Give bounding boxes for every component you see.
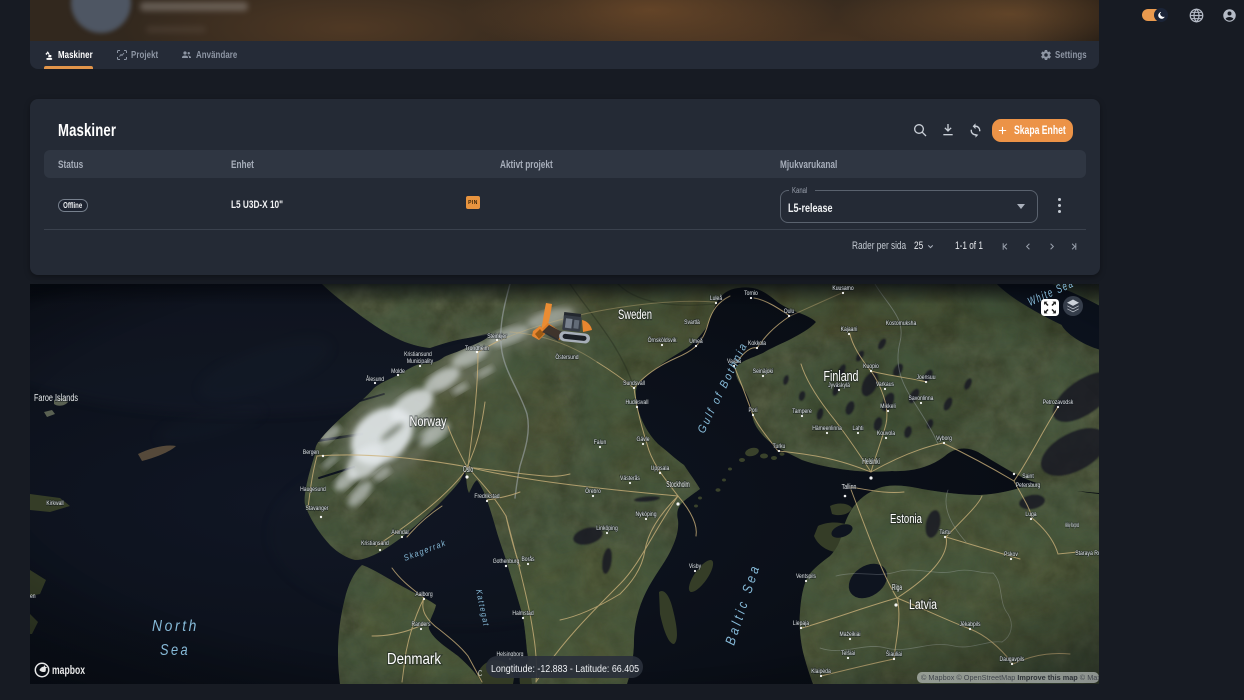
svg-text:Estonia: Estonia <box>890 512 922 526</box>
svg-text:Šiauliai: Šiauliai <box>886 649 903 658</box>
svg-text:Denmark: Denmark <box>387 651 442 668</box>
svg-text:Luga: Luga <box>1025 511 1036 518</box>
svg-text:Vyborg: Vyborg <box>936 435 952 442</box>
svg-text:Norway: Norway <box>410 414 447 429</box>
svg-text:Luleå: Luleå <box>710 294 722 302</box>
svg-text:Örnsköldsvik: Örnsköldsvik <box>648 336 677 344</box>
svg-text:Latvia: Latvia <box>909 597 937 612</box>
svg-text:Visby: Visby <box>689 563 702 570</box>
svg-text:Linköping: Linköping <box>596 525 618 532</box>
svg-text:Oslo: Oslo <box>463 465 474 474</box>
svg-text:Kristiansand: Kristiansand <box>361 540 389 547</box>
svg-text:Tallinn: Tallinn <box>842 484 857 491</box>
svg-text:Riga: Riga <box>892 583 903 592</box>
svg-text:North: North <box>152 618 199 635</box>
svg-text:Svartlä: Svartlä <box>684 319 700 326</box>
svg-text:Municipality: Municipality <box>407 358 434 365</box>
svg-text:Pskov: Pskov <box>1004 551 1018 558</box>
svg-text:Telšiai: Telšiai <box>841 650 855 657</box>
svg-text:Haugesund: Haugesund <box>300 486 326 493</box>
svg-text:Kirkwall: Kirkwall <box>46 500 64 507</box>
svg-text:Oulu: Oulu <box>784 308 795 315</box>
svg-text:Joensuu: Joensuu <box>917 374 936 381</box>
svg-text:Stavanger: Stavanger <box>306 505 329 512</box>
svg-text:Bergen: Bergen <box>303 449 319 456</box>
svg-text:Hudiksvall: Hudiksvall <box>626 399 649 406</box>
svg-text:Kuopio: Kuopio <box>863 363 879 370</box>
svg-text:Borås: Borås <box>521 555 535 563</box>
svg-text:Savonlinna: Savonlinna <box>909 395 934 402</box>
svg-text:Gothenburg: Gothenburg <box>493 558 520 565</box>
svg-text:Nyköping: Nyköping <box>636 511 657 518</box>
svg-text:Arendal: Arendal <box>391 529 409 536</box>
svg-text:Fredrikstad: Fredrikstad <box>474 493 499 500</box>
svg-text:Halmstad: Halmstad <box>512 610 533 617</box>
svg-text:Uppsala: Uppsala <box>651 465 670 472</box>
svg-text:Jyväskylä: Jyväskylä <box>828 382 850 389</box>
svg-text:Randers: Randers <box>412 621 431 628</box>
svg-text:Ålesund: Ålesund <box>366 374 384 383</box>
svg-text:Umeå: Umeå <box>689 337 703 345</box>
svg-text:C: C <box>478 669 482 678</box>
svg-text:Tampere: Tampere <box>792 408 812 415</box>
svg-text:Tornio: Tornio <box>744 290 758 297</box>
svg-text:Petrozavodsk: Petrozavodsk <box>1043 399 1074 406</box>
svg-text:Sweden: Sweden <box>618 307 652 322</box>
svg-text:Örebro: Örebro <box>585 487 601 495</box>
svg-text:Faroe Islands: Faroe Islands <box>34 393 78 404</box>
svg-text:Kouvola: Kouvola <box>877 430 895 437</box>
svg-text:Seinäjoki: Seinäjoki <box>753 368 774 375</box>
svg-text:Turku: Turku <box>773 443 786 450</box>
svg-text:Mikkeli: Mikkeli <box>880 403 896 410</box>
svg-text:Jēkabpils: Jēkabpils <box>960 621 981 628</box>
svg-text:Sea: Sea <box>160 642 190 659</box>
svg-text:Daugavpils: Daugavpils <box>1000 656 1025 663</box>
svg-text:Hämeenlinna: Hämeenlinna <box>812 425 842 432</box>
svg-text:Falun: Falun <box>594 439 607 446</box>
svg-text:Kostomuksha: Kostomuksha <box>886 320 917 327</box>
svg-text:Saint: Saint <box>1022 473 1034 480</box>
svg-text:Mažeikiai: Mažeikiai <box>840 631 861 638</box>
svg-text:Liepaja: Liepaja <box>793 620 809 627</box>
svg-text:Pori: Pori <box>749 407 758 414</box>
svg-text:Varkaus: Varkaus <box>876 381 895 388</box>
svg-text:Sundsvall: Sundsvall <box>623 380 645 387</box>
svg-text:Kuusamo: Kuusamo <box>832 285 853 292</box>
svg-text:Klaipėda: Klaipėda <box>811 668 831 675</box>
svg-text:Lahti: Lahti <box>853 425 864 432</box>
svg-text:mapbox: mapbox <box>52 663 85 677</box>
svg-text:Petersburg: Petersburg <box>1016 482 1041 489</box>
svg-text:Gävle: Gävle <box>636 436 649 443</box>
svg-text:Tartu: Tartu <box>939 529 950 536</box>
svg-text:Longtitude: -12.883 - Latitude: Longtitude: -12.883 - Latitude: 66.405 <box>491 664 639 675</box>
svg-text:Staraya Russa: Staraya Russa <box>1075 550 1099 557</box>
svg-text:© Mapbox © OpenStreetMap Impro: © Mapbox © OpenStreetMap Improve this ma… <box>921 673 1099 682</box>
svg-text:en: en <box>30 593 36 600</box>
svg-text:Kristiansund: Kristiansund <box>404 351 432 358</box>
svg-text:Stockholm: Stockholm <box>666 480 690 489</box>
svg-text:Ventspils: Ventspils <box>796 573 817 580</box>
svg-text:Helsinki: Helsinki <box>862 457 880 466</box>
svg-text:Östersund: Östersund <box>555 353 578 361</box>
svg-text:Västerås: Västerås <box>620 474 640 482</box>
svg-text:Kajaani: Kajaani <box>841 326 858 333</box>
svg-text:Aalborg: Aalborg <box>415 591 432 598</box>
svg-text:Kokkola: Kokkola <box>748 340 766 347</box>
